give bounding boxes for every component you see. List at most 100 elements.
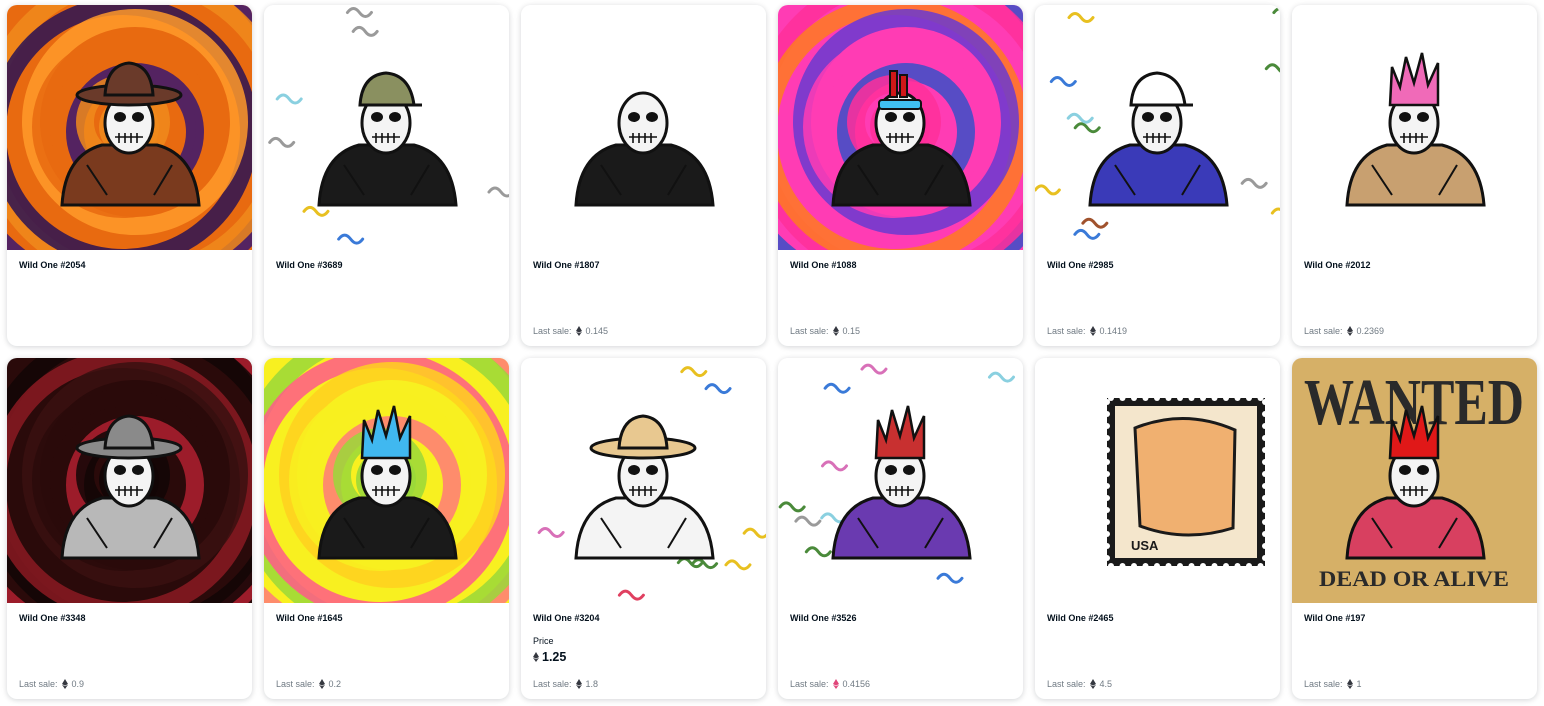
last-sale-value: 0.9 — [71, 679, 85, 689]
last-sale: Last sale: 1.8 — [533, 679, 598, 689]
last-sale-label: Last sale: — [276, 679, 315, 689]
nft-card[interactable]: Wild One #1088 Last sale: 0.15 — [778, 5, 1023, 346]
eth-icon — [61, 679, 68, 689]
nft-info: Wild One #2012 Last sale: 0.2369 — [1292, 250, 1537, 346]
nft-image[interactable]: USA — [1035, 358, 1280, 603]
last-sale-label: Last sale: — [1304, 679, 1343, 689]
nft-image[interactable] — [521, 5, 766, 250]
last-sale-value: 4.5 — [1099, 679, 1113, 689]
nft-artwork — [778, 358, 1023, 603]
last-sale-value: 0.15 — [842, 326, 861, 336]
last-sale-label: Last sale: — [1047, 326, 1086, 336]
nft-name[interactable]: Wild One #2012 — [1304, 260, 1370, 270]
last-sale: Last sale: 0.1419 — [1047, 326, 1127, 336]
poster-bottom-text: DEAD OR ALIVE — [1319, 566, 1509, 591]
last-sale-value: 0.2 — [328, 679, 342, 689]
nft-info: Wild One #2465 Last sale: 4.5 — [1035, 603, 1280, 699]
eth-icon — [1089, 679, 1096, 689]
nft-name[interactable]: Wild One #1807 — [533, 260, 599, 270]
nft-name[interactable]: Wild One #197 — [1304, 613, 1365, 623]
nft-image[interactable] — [1035, 5, 1280, 250]
nft-card[interactable]: Wild One #2985 Last sale: 0.1419 — [1035, 5, 1280, 346]
last-sale-label: Last sale: — [533, 326, 572, 336]
poster-top-text: WANTED — [1304, 366, 1524, 439]
last-sale: Last sale: 0.15 — [790, 326, 860, 336]
nft-card[interactable]: Wild One #2012 Last sale: 0.2369 — [1292, 5, 1537, 346]
eth-icon — [1346, 679, 1353, 689]
nft-card[interactable]: Wild One #3204 Price 1.25 Last sale: 1.8 — [521, 358, 766, 699]
nft-name[interactable]: Wild One #2985 — [1047, 260, 1113, 270]
nft-image[interactable] — [521, 358, 766, 603]
nft-card[interactable]: WANTED DEAD OR ALIVE Wild One #197 Last sal… — [1292, 358, 1537, 699]
last-sale-label: Last sale: — [533, 679, 572, 689]
last-sale: Last sale: 0.2369 — [1304, 326, 1384, 336]
nft-name[interactable]: Wild One #2465 — [1047, 613, 1113, 623]
nft-info: Wild One #1807 Last sale: 0.145 — [521, 250, 766, 346]
nft-card[interactable]: Wild One #1645 Last sale: 0.2 — [264, 358, 509, 699]
nft-name[interactable]: Wild One #1645 — [276, 613, 342, 623]
nft-image[interactable] — [7, 5, 252, 250]
last-sale-value: 0.4156 — [842, 679, 871, 689]
nft-info: Wild One #1645 Last sale: 0.2 — [264, 603, 509, 699]
nft-info: Wild One #2985 Last sale: 0.1419 — [1035, 250, 1280, 346]
nft-artwork: WANTED DEAD OR ALIVE — [1292, 358, 1537, 603]
nft-card[interactable]: Wild One #1807 Last sale: 0.145 — [521, 5, 766, 346]
nft-artwork — [521, 358, 766, 603]
nft-artwork: USA — [1035, 358, 1280, 603]
nft-artwork — [7, 5, 252, 250]
eth-icon — [533, 652, 539, 662]
nft-artwork — [1292, 5, 1537, 250]
eth-icon — [1346, 326, 1353, 336]
nft-artwork — [264, 5, 509, 250]
nft-info: Wild One #2054 — [7, 250, 252, 346]
nft-artwork — [521, 5, 766, 250]
eth-icon — [832, 679, 839, 689]
eth-icon — [832, 326, 839, 336]
last-sale-value: 0.145 — [585, 326, 609, 336]
last-sale: Last sale: 1 — [1304, 679, 1362, 689]
nft-image[interactable] — [778, 5, 1023, 250]
last-sale-value: 0.2369 — [1356, 326, 1385, 336]
last-sale-value: 0.1419 — [1099, 326, 1128, 336]
nft-card[interactable]: Wild One #3689 — [264, 5, 509, 346]
nft-image[interactable] — [264, 358, 509, 603]
nft-artwork — [778, 5, 1023, 250]
nft-grid: Wild One #2054 Wild One #3689 Wild One #18… — [7, 5, 1537, 699]
nft-card[interactable]: Wild One #3348 Last sale: 0.9 — [7, 358, 252, 699]
last-sale-label: Last sale: — [1304, 326, 1343, 336]
nft-name[interactable]: Wild One #2054 — [19, 260, 85, 270]
last-sale-label: Last sale: — [19, 679, 58, 689]
nft-image[interactable] — [1292, 5, 1537, 250]
last-sale: Last sale: 0.9 — [19, 679, 84, 689]
last-sale-label: Last sale: — [1047, 679, 1086, 689]
nft-info: Wild One #3689 — [264, 250, 509, 346]
nft-card[interactable]: USA Wild One #2465 Last sale: 4.5 — [1035, 358, 1280, 699]
nft-image[interactable]: WANTED DEAD OR ALIVE — [1292, 358, 1537, 603]
last-sale: Last sale: 0.2 — [276, 679, 341, 689]
nft-info: Wild One #3204 Price 1.25 Last sale: 1.8 — [521, 603, 766, 699]
nft-artwork — [7, 358, 252, 603]
nft-info: Wild One #1088 Last sale: 0.15 — [778, 250, 1023, 346]
last-sale: Last sale: 0.4156 — [790, 679, 870, 689]
nft-image[interactable] — [778, 358, 1023, 603]
nft-name[interactable]: Wild One #3348 — [19, 613, 85, 623]
nft-card[interactable]: Wild One #3526 Last sale: 0.4156 — [778, 358, 1023, 699]
stamp-text: USA — [1131, 538, 1159, 553]
last-sale: Last sale: 0.145 — [533, 326, 608, 336]
nft-name[interactable]: Wild One #3689 — [276, 260, 342, 270]
nft-info: Wild One #3348 Last sale: 0.9 — [7, 603, 252, 699]
price-value: 1.25 — [533, 650, 566, 664]
eth-icon — [575, 326, 582, 336]
nft-name[interactable]: Wild One #3526 — [790, 613, 856, 623]
nft-artwork — [1035, 5, 1280, 250]
eth-icon — [1089, 326, 1096, 336]
nft-name[interactable]: Wild One #3204 — [533, 613, 599, 623]
nft-image[interactable] — [7, 358, 252, 603]
eth-icon — [318, 679, 325, 689]
nft-card[interactable]: Wild One #2054 — [7, 5, 252, 346]
last-sale-label: Last sale: — [790, 326, 829, 336]
nft-image[interactable] — [264, 5, 509, 250]
nft-name[interactable]: Wild One #1088 — [790, 260, 856, 270]
nft-info: Wild One #197 Last sale: 1 — [1292, 603, 1537, 699]
nft-artwork — [264, 358, 509, 603]
